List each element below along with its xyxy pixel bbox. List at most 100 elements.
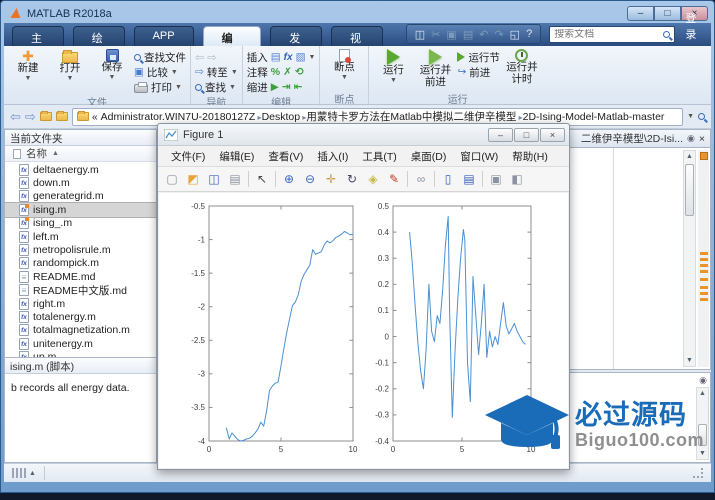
quick-access-icon[interactable]: ? [526, 28, 532, 40]
breakpoints-button[interactable]: 断点 ▼ [324, 48, 364, 81]
breadcrumb-segment[interactable]: 2D-Ising-Model-Matlab-master [523, 111, 665, 123]
file-row[interactable]: metropolisrule.m [5, 243, 156, 257]
figure-menu-item[interactable]: 工具(T) [355, 149, 403, 164]
run-time-button[interactable]: 运行并 计时 [502, 48, 542, 85]
figure-toolbar-icon[interactable] [227, 172, 243, 186]
figure-menu-item[interactable]: 桌面(D) [404, 149, 454, 164]
quick-access-icon[interactable]: ↶ [479, 28, 488, 41]
ribbon-tab[interactable]: 主页 [12, 26, 64, 61]
file-row[interactable]: up.m [5, 350, 156, 357]
file-row[interactable]: generategrid.m [5, 190, 156, 203]
file-row[interactable]: ising_.m [5, 217, 156, 230]
forward-icon[interactable]: ⇨ [207, 51, 216, 64]
figure-toolbar-icon[interactable] [206, 172, 222, 186]
doc-search-input[interactable] [554, 29, 664, 40]
file-row[interactable]: ising.m [5, 202, 156, 218]
breadcrumb-segment[interactable]: Desktop [262, 111, 307, 123]
open-button[interactable]: 打开 ▼ [50, 48, 90, 82]
figure-toolbar-icon[interactable] [365, 172, 381, 186]
statusbar-grip-icon[interactable] [12, 468, 26, 478]
quick-access-icon[interactable]: ▣ [446, 28, 456, 41]
figure-toolbar-icon[interactable] [461, 172, 477, 186]
figure-toolbar-icon[interactable] [407, 171, 408, 187]
maximize-button[interactable]: □ [654, 6, 681, 21]
figure-maximize-button[interactable]: □ [514, 127, 539, 142]
ribbon-tab[interactable]: 绘图 [72, 26, 125, 61]
back-icon[interactable]: ⇦ [195, 51, 204, 64]
figure-toolbar-icon[interactable] [509, 172, 525, 186]
breadcrumb-segment[interactable]: Administrator.WIN7U-20180127Z [101, 111, 262, 123]
login-button[interactable]: 登录 [685, 10, 705, 42]
editor-tab-title[interactable]: 二维伊辛模型\2D-Isi... [581, 131, 683, 146]
figure-toolbar-icon[interactable] [482, 171, 483, 187]
run-button[interactable]: 运行 ▼ [373, 48, 413, 84]
figure-toolbar-icon[interactable] [164, 172, 180, 186]
new-button[interactable]: ✚ 新建 ▼ [8, 48, 48, 82]
editor-scrollbar[interactable]: ▲ ▼ [683, 150, 696, 367]
quick-access-icon[interactable]: ◫ [415, 28, 425, 41]
figure-toolbar-icon[interactable] [344, 172, 360, 186]
search-icon[interactable] [663, 31, 671, 38]
file-row[interactable]: totalmagnetization.m [5, 324, 156, 337]
nav-back-icon[interactable]: ⇦ [10, 109, 21, 125]
figure-toolbar-icon[interactable] [254, 172, 270, 186]
editor-tab-close-icon[interactable]: × [699, 133, 705, 145]
figure-toolbar-icon[interactable] [248, 171, 249, 187]
ribbon-tab[interactable]: 视图 [331, 26, 383, 61]
ribbon-tab[interactable]: APP [133, 26, 194, 46]
warning-indicator-icon[interactable] [700, 152, 708, 160]
file-row[interactable]: right.m [5, 297, 156, 310]
figure-toolbar-icon[interactable] [434, 171, 435, 187]
browse-folder-icon[interactable] [55, 111, 68, 121]
ribbon-tab[interactable]: 发布 [270, 26, 323, 61]
comment-button[interactable]: 注释% ✗ ⟲ [247, 65, 316, 79]
print-button[interactable]: 打印 ▼ [134, 80, 186, 94]
goto-button[interactable]: ⇨ 转至 ▼ [195, 65, 238, 79]
figure-toolbar-icon[interactable] [302, 172, 318, 186]
quick-access-icon[interactable]: ↷ [494, 28, 503, 41]
quick-access-icon[interactable]: ▤ [463, 28, 473, 41]
quick-access-icon[interactable]: ✂ [431, 28, 440, 41]
name-column-header[interactable]: 名称 ▲ [5, 146, 156, 162]
file-row[interactable]: unitenergy.m [5, 337, 156, 350]
figure-toolbar-icon[interactable] [386, 172, 402, 186]
nav-forward-icon[interactable]: ⇨ [25, 109, 36, 125]
doc-search-box[interactable] [549, 26, 676, 43]
figure-toolbar-icon[interactable] [413, 172, 429, 186]
file-row[interactable]: randompick.m [5, 257, 156, 270]
find-files-button[interactable]: 查找文件 [134, 50, 186, 64]
figure-menu-item[interactable]: 帮助(H) [505, 149, 555, 164]
figure-toolbar-icon[interactable] [488, 172, 504, 186]
statusbar-expand-icon[interactable]: ▲ [29, 470, 36, 477]
compare-button[interactable]: ▣ 比较 ▼ [134, 65, 186, 79]
save-button[interactable]: 保存 ▼ [92, 48, 132, 81]
insert-button[interactable]: 插入 ▤ fx ▧ ▼ [247, 50, 316, 64]
ribbon-tab[interactable]: 编辑器 [202, 26, 262, 77]
indent-button[interactable]: 缩进 ▶ ⇥ ⇤ [247, 80, 316, 94]
run-section-button[interactable]: 运行节 [457, 50, 500, 64]
figure-toolbar-icon[interactable] [440, 172, 456, 186]
figure-menu-item[interactable]: 查看(V) [261, 149, 310, 164]
advance-button[interactable]: ↪ 前进 [457, 65, 500, 79]
resize-grip[interactable] [693, 468, 703, 478]
breadcrumb-segment[interactable]: 用蒙特卡罗方法在Matlab中模拟二维伊辛模型 [306, 111, 522, 123]
breadcrumb-dropdown-icon[interactable]: ▼ [687, 113, 694, 120]
find-button[interactable]: 查找 ▼ [195, 80, 238, 94]
figure-toolbar-icon[interactable] [323, 172, 339, 186]
file-row[interactable]: README中文版.md [5, 284, 156, 297]
figure-toolbar-icon[interactable] [275, 171, 276, 187]
quick-access-icon[interactable]: ◱ [510, 28, 520, 41]
figure-toolbar-icon[interactable] [185, 172, 201, 186]
file-row[interactable]: left.m [5, 230, 156, 243]
figure-menu-item[interactable]: 窗口(W) [453, 149, 505, 164]
file-row[interactable]: totalenergy.m [5, 310, 156, 323]
figure-toolbar-icon[interactable] [281, 172, 297, 186]
folder-up-icon[interactable] [39, 111, 52, 121]
figure-minimize-button[interactable]: – [488, 127, 513, 142]
file-row[interactable]: down.m [5, 176, 156, 190]
file-row[interactable]: deltaenergy.m [5, 163, 156, 176]
editor-tab-menu-icon[interactable]: ◉ [687, 133, 695, 144]
figure-menu-item[interactable]: 编辑(E) [212, 149, 261, 164]
minimize-button[interactable]: – [627, 6, 654, 21]
figure-menu-item[interactable]: 插入(I) [310, 149, 355, 164]
